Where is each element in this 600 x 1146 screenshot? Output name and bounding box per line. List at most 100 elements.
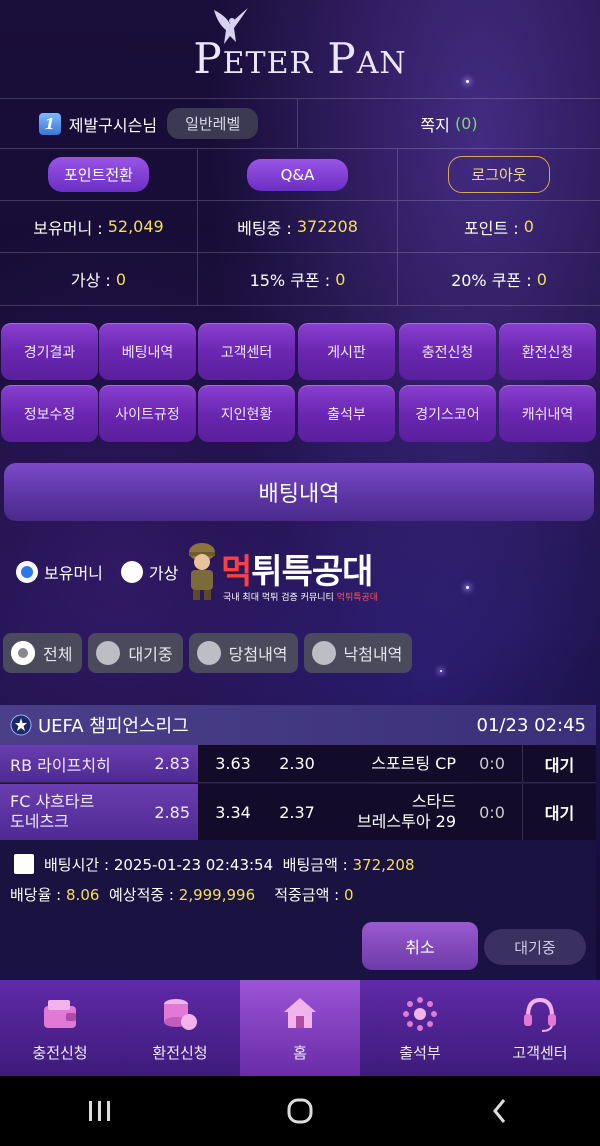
- messages-count[interactable]: (0): [455, 114, 478, 133]
- level-badge-icon: 1: [38, 112, 61, 135]
- radio-virtual-label[interactable]: 가상: [149, 560, 178, 584]
- bet-rate-line: 배당율 : 8.06 예상적중 : 2,999,996 적중금액 : 0: [10, 886, 354, 904]
- point-convert-button[interactable]: 포인트전환: [47, 157, 149, 192]
- draw-odd[interactable]: 3.34: [198, 784, 268, 840]
- tab-lost[interactable]: 낙첨내역: [303, 633, 413, 673]
- menu-withdraw-request[interactable]: 환전신청: [499, 323, 596, 380]
- match-datetime: 01/23 02:45: [476, 714, 586, 736]
- watermark-title: 먹튀특공대: [221, 552, 373, 592]
- menu-board[interactable]: 게시판: [298, 323, 395, 380]
- tab-all[interactable]: 전체: [3, 633, 83, 673]
- menu-deposit-request[interactable]: 충전신청: [399, 323, 496, 380]
- nav-deposit[interactable]: 충전신청: [0, 980, 120, 1076]
- headset-icon: [524, 997, 556, 1032]
- point-value: 0: [523, 217, 534, 236]
- bet-time-line: 배팅시간 : 2025-01-23 02:43:54 배팅금액 : 372,20…: [14, 854, 415, 875]
- bottom-nav: 충전신청 환전신청 홈 출석부 고객센터: [0, 980, 600, 1076]
- betting-cell: 베팅중 : 372208: [198, 201, 398, 252]
- match-row: RB 라이프치히 2.83 3.63 2.30 스포르팅 CP 0:0 대기: [0, 745, 596, 783]
- coupon20-label: 20% 쿠폰 :: [451, 271, 532, 290]
- section-title: 배팅내역: [4, 463, 594, 521]
- champions-league-icon: [10, 714, 32, 736]
- tab-pending[interactable]: 대기중: [88, 633, 183, 673]
- nav-withdraw[interactable]: 환전신청: [120, 980, 240, 1076]
- messages-cell[interactable]: 쪽지 (0): [298, 99, 600, 148]
- menu-game-results[interactable]: 경기결과: [1, 323, 98, 380]
- watermark: 먹튀특공대 국내 최대 먹튀 검증 커뮤니티 먹튀특공대: [185, 540, 425, 610]
- coupon20-value: 0: [536, 269, 547, 289]
- attendance-icon: [403, 996, 437, 1031]
- match-status: 대기: [522, 784, 596, 840]
- home-team-odd[interactable]: RB 라이프치히 2.83: [0, 745, 198, 782]
- brand-logo-text[interactable]: PETER PAN: [0, 34, 600, 83]
- away-team[interactable]: 스타드 브레스투아 29: [326, 784, 462, 840]
- cancel-bet-button[interactable]: 취소: [362, 922, 478, 970]
- tab-radio-icon: [196, 641, 221, 665]
- menu-cash-history[interactable]: 캐쉬내역: [499, 385, 596, 442]
- tab-radio-icon: [311, 641, 336, 665]
- soldier-mascot-icon: [189, 543, 215, 600]
- match-score: 0:0: [479, 754, 505, 773]
- league-header: UEFA 챔피언스리그 01/23 02:45: [0, 705, 596, 745]
- watermark-subtitle: 국내 최대 먹튀 검증 커뮤니티 먹튀특공대: [223, 593, 379, 603]
- qna-button[interactable]: Q&A: [246, 158, 349, 191]
- menu-customer-center[interactable]: 고객센터: [198, 323, 295, 380]
- username: 제발구시슨님: [68, 115, 158, 135]
- money-label: 보유머니 :: [33, 218, 103, 238]
- system-navigation-bar: [0, 1076, 600, 1146]
- money-cell: 보유머니 : 52,049: [0, 201, 198, 252]
- betting-label: 베팅중 :: [237, 218, 292, 238]
- bet-status-badge: 대기중: [484, 929, 586, 965]
- draw-odd[interactable]: 3.63: [198, 745, 268, 782]
- match-score: 0:0: [479, 802, 505, 822]
- level-label: 일반레벨: [167, 108, 259, 139]
- bet-select-checkbox[interactable]: [14, 854, 34, 874]
- messages-label[interactable]: 쪽지: [420, 112, 449, 136]
- coupon15-cell: 15% 쿠폰 : 0: [198, 253, 398, 305]
- coupon15-value: 0: [335, 269, 346, 289]
- back-icon[interactable]: [480, 1091, 520, 1131]
- away-odd[interactable]: 2.30: [268, 745, 326, 782]
- virtual-label: 가상 :: [70, 271, 111, 290]
- point-label: 포인트 :: [464, 218, 519, 238]
- star-decoration: [440, 670, 442, 672]
- home-circle-icon[interactable]: [280, 1091, 320, 1131]
- away-odd[interactable]: 2.37: [268, 784, 326, 840]
- home-team-odd[interactable]: FC 샤흐타르 도네츠크 2.85: [0, 784, 198, 840]
- menu-site-rules[interactable]: 사이트규정: [99, 385, 196, 442]
- coupon20-cell: 20% 쿠폰 : 0: [398, 253, 600, 305]
- betting-value: 372208: [296, 217, 358, 236]
- site-header: PETER PAN: [0, 0, 600, 98]
- logout-cell: 로그아웃: [398, 149, 600, 200]
- coupon15-label: 15% 쿠폰 :: [249, 271, 331, 290]
- result-filter-tabs: 전체 대기중 당첨내역 낙첨내역: [3, 633, 418, 673]
- match-row: FC 샤흐타르 도네츠크 2.85 3.34 2.37 스타드 브레스투아 29 0…: [0, 784, 596, 840]
- virtual-value: 0: [115, 269, 127, 289]
- logout-button[interactable]: 로그아웃: [448, 156, 550, 193]
- main-menu: 경기결과 베팅내역 고객센터 게시판 충전신청 환전신청 정보수정 사이트규정 …: [0, 323, 600, 447]
- point-cell: 포인트 : 0: [398, 201, 600, 252]
- user-info-cell: 1 제발구시슨님 일반레벨: [0, 99, 298, 148]
- away-team[interactable]: 스포르팅 CP: [326, 745, 462, 782]
- radio-virtual[interactable]: [120, 561, 143, 583]
- tab-won[interactable]: 당첨내역: [188, 633, 298, 673]
- menu-live-score[interactable]: 경기스코어: [399, 385, 496, 442]
- recent-apps-icon[interactable]: [80, 1091, 120, 1131]
- menu-bet-history[interactable]: 베팅내역: [99, 323, 196, 380]
- tab-radio-icon: [11, 641, 35, 665]
- account-info-grid: 1 제발구시슨님 일반레벨 쪽지 (0) 포인트전환 Q&A 로그아웃 보유머니…: [0, 98, 600, 306]
- radio-money[interactable]: [16, 561, 38, 583]
- coins-icon: [164, 998, 197, 1030]
- nav-home[interactable]: 홈: [240, 980, 360, 1076]
- menu-edit-info[interactable]: 정보수정: [1, 385, 98, 442]
- menu-referral-status[interactable]: 지인현황: [198, 385, 295, 442]
- wallet-icon: [44, 999, 76, 1028]
- virtual-cell: 가상 : 0: [0, 253, 198, 305]
- radio-money-label[interactable]: 보유머니: [44, 560, 103, 584]
- nav-customer-center[interactable]: 고객센터: [480, 980, 600, 1076]
- menu-attendance[interactable]: 출석부: [298, 385, 395, 442]
- money-value: 52,049: [107, 217, 164, 236]
- nav-attendance[interactable]: 출석부: [360, 980, 480, 1076]
- league-name: UEFA 챔피언스리그: [38, 716, 189, 737]
- wallet-filter: 보유머니 가상: [16, 560, 178, 584]
